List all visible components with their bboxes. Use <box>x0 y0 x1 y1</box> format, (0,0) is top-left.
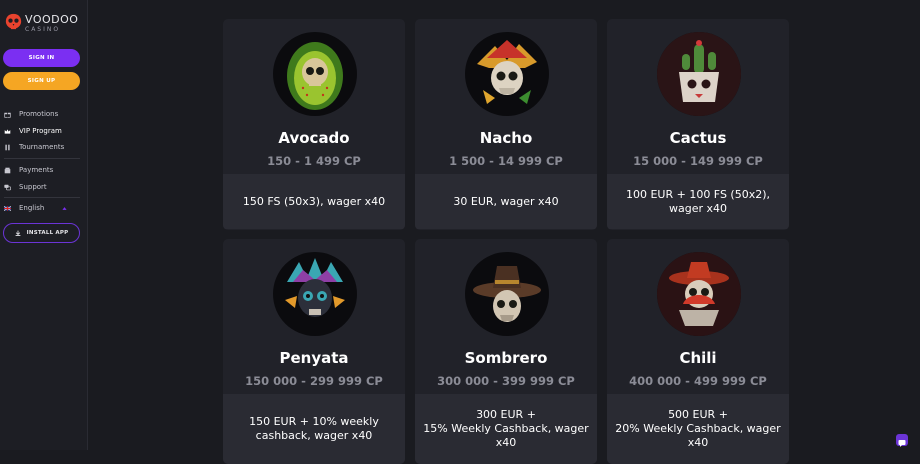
vip-level-card[interactable]: Chili 400 000 - 499 999 CP 500 EUR + 20%… <box>607 239 789 464</box>
uk-flag-icon <box>4 205 11 212</box>
sign-in-button[interactable]: SIGN IN <box>3 49 80 67</box>
voodoo-skull-icon <box>5 13 22 30</box>
sidebar-item-tournaments[interactable]: Tournaments <box>4 140 84 154</box>
vip-level-card[interactable]: Sombrero 300 000 - 399 999 CP 300 EUR + … <box>415 239 597 464</box>
level-range: 150 - 1 499 CP <box>223 154 405 168</box>
sombrero-skull-icon <box>465 252 549 336</box>
level-reward: 300 EUR + 15% Weekly Cashback, wager x40 <box>415 394 597 464</box>
wallet-icon <box>4 167 11 174</box>
sidebar-item-vip[interactable]: VIP Program <box>4 124 84 138</box>
level-name: Cactus <box>607 129 789 147</box>
vip-level-card[interactable]: Cactus 15 000 - 149 999 CP 100 EUR + 100… <box>607 19 789 230</box>
install-app-label: INSTALL APP <box>27 230 69 236</box>
level-range: 300 000 - 399 999 CP <box>415 374 597 388</box>
vip-level-card[interactable]: Avocado 150 - 1 499 CP 150 FS (50x3), wa… <box>223 19 405 230</box>
sidebar-item-label: Payments <box>19 166 53 174</box>
brand-sub: CASINO <box>25 27 78 33</box>
sidebar-item-label: VIP Program <box>19 127 62 135</box>
support-chat-icon <box>4 184 11 191</box>
nacho-skull-icon <box>465 32 549 116</box>
gift-icon <box>4 111 11 118</box>
sidebar-item-promotions[interactable]: Promotions <box>4 107 84 121</box>
level-reward: 150 EUR + 10% weekly cashback, wager x40 <box>223 394 405 464</box>
level-range: 150 000 - 299 999 CP <box>223 374 405 388</box>
sidebar-item-label: Support <box>19 183 47 191</box>
level-name: Penyata <box>223 349 405 367</box>
brand-logo[interactable]: VOODOO CASINO <box>5 10 78 33</box>
divider <box>4 158 80 159</box>
chat-widget-button[interactable] <box>896 434 908 446</box>
sidebar-item-payments[interactable]: Payments <box>4 163 84 177</box>
install-app-button[interactable]: INSTALL APP <box>3 223 80 243</box>
level-reward: 100 EUR + 100 FS (50x2), wager x40 <box>607 174 789 229</box>
vip-level-card[interactable]: Penyata 150 000 - 299 999 CP 150 EUR + 1… <box>223 239 405 464</box>
language-selector[interactable]: English <box>4 201 84 215</box>
crown-icon <box>4 128 11 135</box>
level-name: Avocado <box>223 129 405 147</box>
language-label: English <box>19 204 44 212</box>
level-name: Sombrero <box>415 349 597 367</box>
penyata-skull-icon <box>273 252 357 336</box>
chat-bubble-icon <box>896 437 908 449</box>
download-icon <box>15 230 21 236</box>
trophy-icon <box>4 144 11 151</box>
sidebar: VOODOO CASINO SIGN IN SIGN UP Promotions… <box>0 0 88 450</box>
avocado-skull-icon <box>273 32 357 116</box>
chevron-up-icon <box>61 205 68 212</box>
vip-level-card[interactable]: Nacho 1 500 - 14 999 CP 30 EUR, wager x4… <box>415 19 597 230</box>
level-name: Chili <box>607 349 789 367</box>
level-reward: 30 EUR, wager x40 <box>415 174 597 229</box>
sidebar-item-label: Promotions <box>19 110 58 118</box>
sidebar-item-support[interactable]: Support <box>4 180 84 194</box>
divider <box>4 197 80 198</box>
level-range: 400 000 - 499 999 CP <box>607 374 789 388</box>
level-range: 1 500 - 14 999 CP <box>415 154 597 168</box>
vip-levels-grid: Avocado 150 - 1 499 CP 150 FS (50x3), wa… <box>89 0 920 450</box>
sign-up-button[interactable]: SIGN UP <box>3 72 80 90</box>
brand-name: VOODOO <box>25 13 78 26</box>
level-range: 15 000 - 149 999 CP <box>607 154 789 168</box>
cactus-skull-icon <box>657 32 741 116</box>
level-name: Nacho <box>415 129 597 147</box>
sidebar-item-label: Tournaments <box>19 143 64 151</box>
chili-skull-icon <box>657 252 741 336</box>
level-reward: 150 FS (50x3), wager x40 <box>223 174 405 229</box>
level-reward: 500 EUR + 20% Weekly Cashback, wager x40 <box>607 394 789 464</box>
